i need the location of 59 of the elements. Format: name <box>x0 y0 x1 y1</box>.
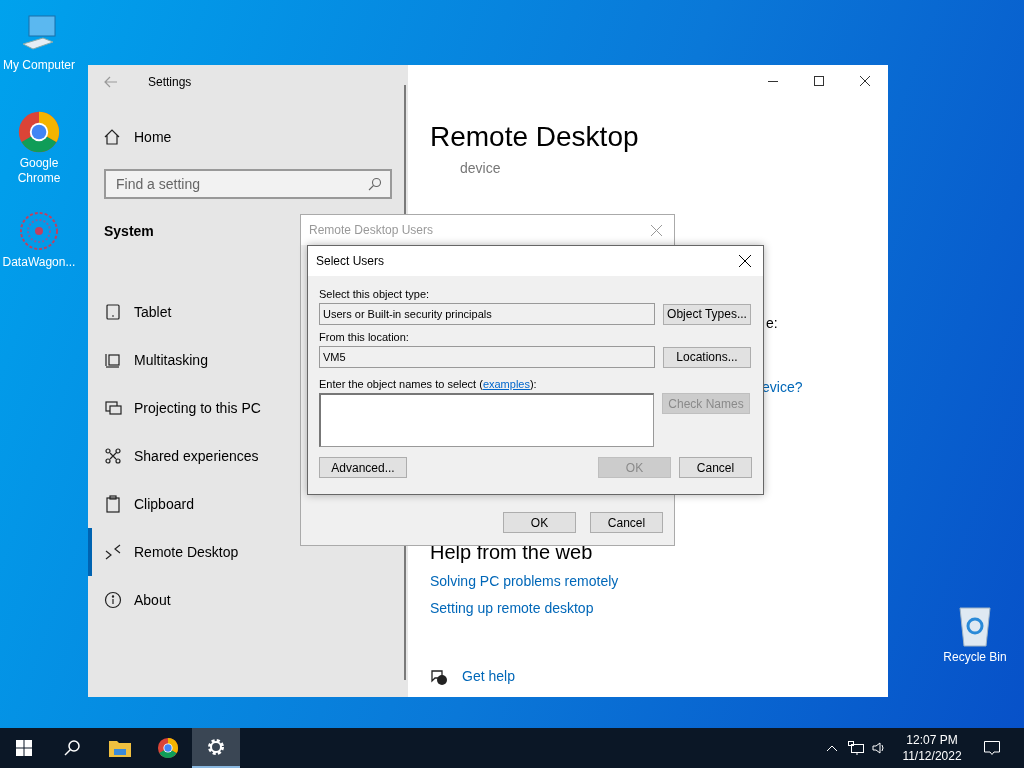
desktop-icon-label: DataWagon... <box>2 255 76 270</box>
chrome-icon <box>157 737 179 759</box>
field-label: From this location: <box>319 331 410 344</box>
remote-icon <box>104 543 122 561</box>
dialog-title: Select Users <box>316 253 385 270</box>
nav-item[interactable]: Clipboard <box>88 480 408 528</box>
cancel-button[interactable]: Cancel <box>590 512 663 533</box>
chevron-up-icon[interactable] <box>826 744 838 752</box>
nav-item[interactable]: About <box>88 576 408 624</box>
minimize-icon <box>768 80 778 82</box>
object-type-field: Users or Built-in security principals <box>319 303 655 325</box>
speaker-icon[interactable] <box>872 741 886 755</box>
clock[interactable]: 12:07 PM 11/12/2022 <box>894 732 970 764</box>
chrome-icon <box>17 110 61 154</box>
clipboard-icon <box>104 495 122 513</box>
windows-logo-icon <box>16 740 32 756</box>
projector-icon <box>104 399 122 417</box>
cancel-button[interactable]: Cancel <box>679 457 752 478</box>
multitask-icon <box>104 351 122 369</box>
window-title: Settings <box>148 74 192 91</box>
locations-button[interactable]: Locations... <box>663 346 751 368</box>
settings-icon <box>206 737 226 757</box>
get-help-link[interactable]: Get help <box>462 666 515 687</box>
info-icon <box>104 591 122 609</box>
ok-button[interactable]: OK <box>503 512 576 533</box>
home-icon <box>104 129 120 145</box>
advanced-button[interactable]: Advanced... <box>319 457 407 478</box>
desktop-icon-label: Google Chrome <box>16 156 62 186</box>
field-label: Enter the object names to select (examples): <box>319 378 538 391</box>
home-nav-item[interactable]: Home <box>88 117 408 157</box>
close-icon <box>860 76 870 86</box>
search-field[interactable]: Find a setting <box>104 169 392 199</box>
desktop-icon-label: My Computer <box>3 58 75 73</box>
dialog-title: Remote Desktop Users <box>309 222 434 239</box>
tablet-icon <box>104 303 122 321</box>
description-text: device <box>460 159 502 178</box>
object-types-button[interactable]: Object Types... <box>663 303 751 325</box>
help-chat-icon <box>430 667 448 686</box>
page-title: Remote Desktop <box>430 120 640 154</box>
taskbar-button[interactable] <box>192 728 240 768</box>
object-names-field[interactable] <box>319 393 654 447</box>
notification-icon[interactable] <box>984 740 1000 756</box>
close-icon <box>650 224 662 236</box>
help-link[interactable]: Solving PC problems remotely <box>430 572 619 591</box>
section-heading: System <box>104 222 154 241</box>
help-link[interactable]: Setting up remote desktop <box>430 599 619 618</box>
star-pattern-icon <box>17 209 61 253</box>
desktop-icon-label: Recycle Bin <box>943 650 1007 665</box>
maximize-icon <box>814 76 824 86</box>
setting-label: e: <box>766 314 778 333</box>
section-heading: Help from the web <box>430 540 594 564</box>
search-icon <box>63 739 81 757</box>
close-icon <box>739 255 751 267</box>
folder-icon <box>109 739 131 757</box>
location-field: VM5 <box>319 346 655 368</box>
search-icon <box>368 177 382 191</box>
shared-icon <box>104 447 122 465</box>
field-label: Select this object type: <box>319 288 431 301</box>
network-icon[interactable] <box>848 741 864 755</box>
